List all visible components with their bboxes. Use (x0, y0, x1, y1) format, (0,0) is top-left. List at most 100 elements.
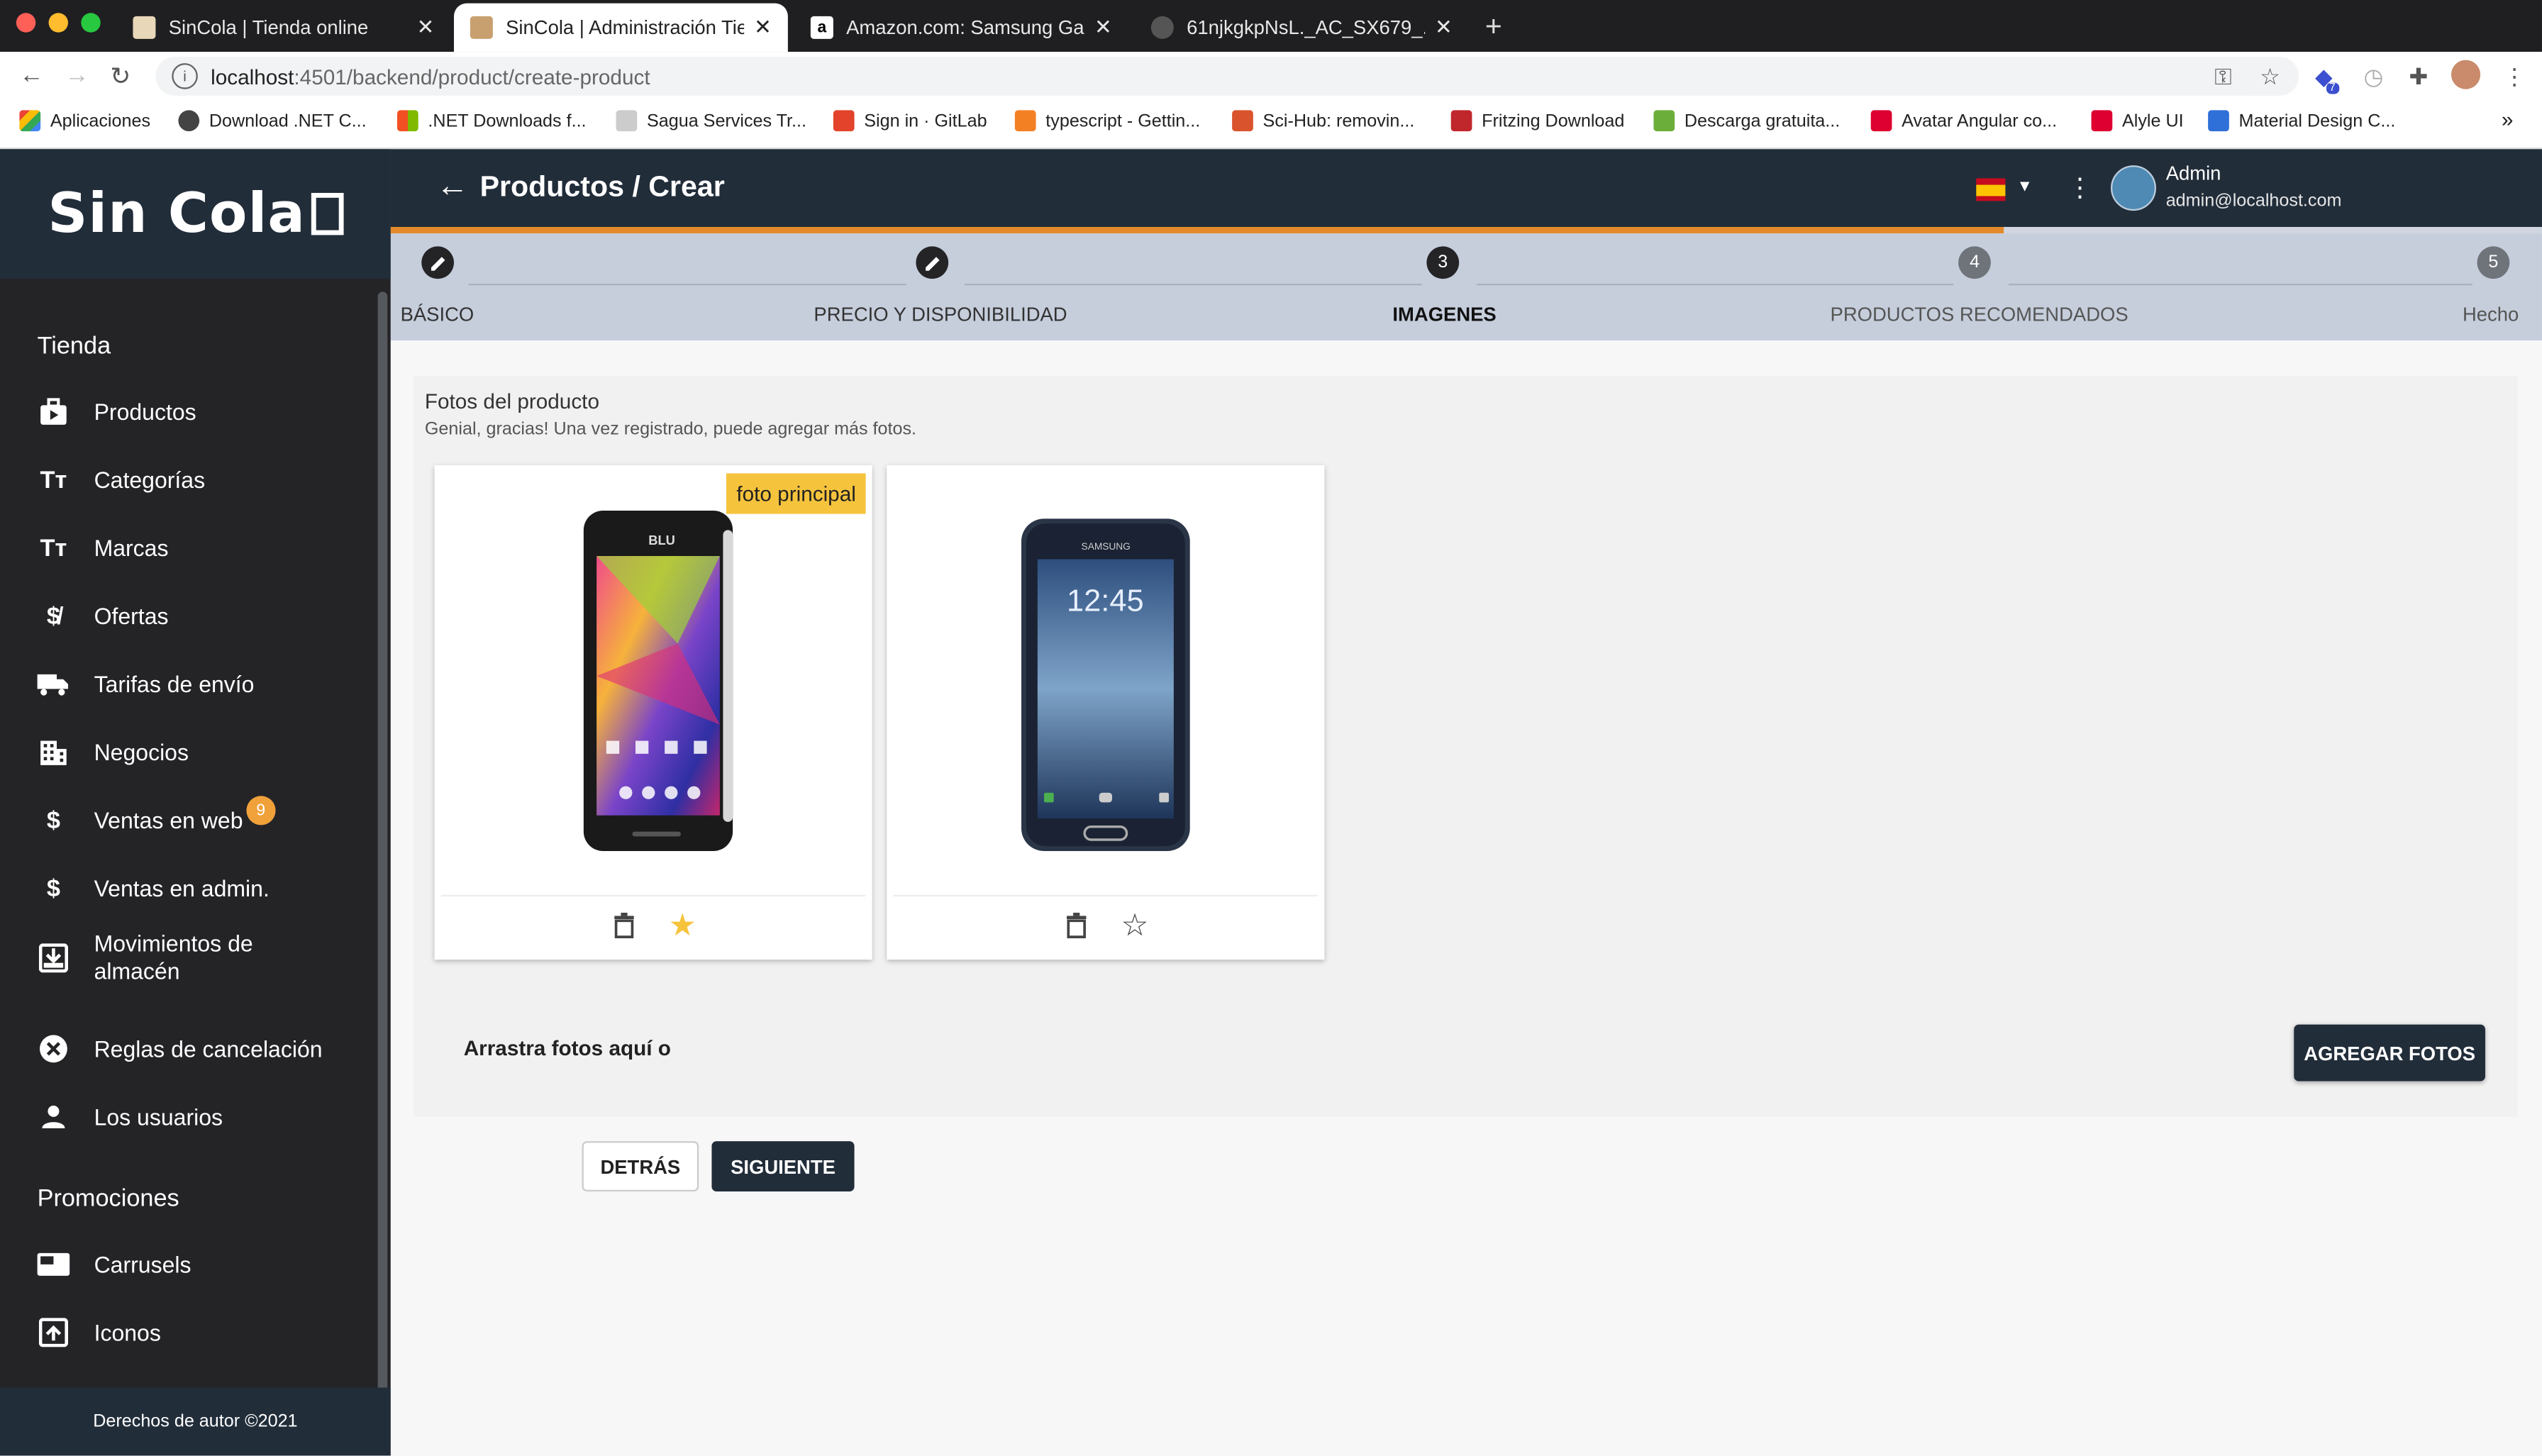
sidebar-item-tarifas[interactable]: Tarifas de envío (0, 668, 376, 701)
avatar[interactable] (2110, 165, 2156, 211)
sidebar-item-carrusels[interactable]: Carrusels (0, 1248, 376, 1281)
angular-icon (1870, 110, 1892, 132)
step-marker-recomendados[interactable]: 4 (1958, 246, 1991, 279)
chevron-down-icon[interactable]: ▼ (2016, 178, 2033, 196)
step-marker-imagenes[interactable]: 3 (1426, 246, 1460, 279)
bookmarks-overflow[interactable]: » (2502, 107, 2514, 131)
drop-zone-text: Arrastra fotos aquí o (463, 1035, 671, 1060)
forward-icon[interactable]: → (65, 62, 89, 89)
reload-icon[interactable]: ↻ (110, 62, 131, 91)
sidebar-item-negocios[interactable]: Negocios (0, 736, 376, 769)
cancel-icon (38, 1033, 70, 1065)
sidebar-item-ventas-web[interactable]: $ Ventas en web 9 (0, 796, 376, 837)
step-label-hecho[interactable]: Hecho (2463, 303, 2519, 326)
step-marker-precio[interactable] (916, 246, 949, 279)
shopping-bag-icon (38, 396, 70, 428)
angular-icon (2091, 110, 2113, 132)
sidebar-item-ofertas[interactable]: $̸ Ofertas (0, 600, 376, 633)
sidebar-item-cancelacion[interactable]: Reglas de cancelación (0, 1033, 376, 1065)
photo-tile[interactable]: SAMSUNG 12:45 ☆ (887, 465, 1325, 960)
site-info-icon[interactable]: i (172, 63, 198, 89)
add-photos-button[interactable]: AGREGAR FOTOS (2294, 1024, 2485, 1082)
logo[interactable]: Sin Cola (0, 149, 391, 279)
back-button[interactable]: DETRÁS (582, 1141, 699, 1191)
more-vert-icon[interactable]: ⋮ (2067, 172, 2093, 204)
back-arrow-icon[interactable]: ← (436, 169, 469, 206)
browser-menu-icon[interactable]: ⋮ (2503, 63, 2526, 91)
page-title: Productos / Crear (479, 170, 725, 203)
sidebar-item-categorias[interactable]: Tт Categorías (0, 464, 376, 496)
copyright-footer: Derechos de autor ©2021 (0, 1387, 391, 1456)
step-label-recomendados[interactable]: PRODUCTOS RECOMENDADOS (1831, 303, 2128, 326)
notification-badge: 9 (246, 796, 276, 826)
bookmark-item[interactable]: typescript - Gettin... (1014, 110, 1200, 132)
url-host: localhost (211, 64, 294, 89)
sidebar-item-ventas-admin[interactable]: $ Ventas en admin. (0, 872, 376, 905)
extension-badge: 7 (2326, 83, 2339, 94)
delete-icon[interactable] (1062, 911, 1091, 940)
profile-avatar[interactable] (2451, 60, 2481, 89)
scihub-icon (1232, 110, 1253, 132)
bookmark-item[interactable]: .NET Downloads f... (396, 110, 587, 132)
close-window-button[interactable] (16, 13, 36, 33)
browser-toolbar: ← → ↻ i localhost:4501/backend/product/c… (0, 52, 2542, 101)
star-filled-icon[interactable]: ★ (668, 908, 697, 943)
new-tab-icon[interactable]: + (1485, 10, 1502, 44)
maximize-window-button[interactable] (81, 13, 101, 33)
bookmark-item[interactable]: Material Design C... (2208, 110, 2395, 132)
key-icon[interactable]: ⚿ (2214, 63, 2231, 91)
building-icon (38, 736, 70, 769)
back-icon[interactable]: ← (19, 62, 43, 89)
step-label-precio[interactable]: PRECIO Y DISPONIBILIDAD (814, 303, 1067, 326)
bookmark-star-icon[interactable]: ☆ (2260, 63, 2280, 91)
es-flag-icon[interactable] (1976, 178, 2006, 201)
step-connector (1477, 283, 1954, 286)
bookmark-item[interactable]: Avatar Angular co... (1870, 110, 2057, 132)
browser-tab[interactable]: a Amazon.com: Samsung Galaxy ✕ (794, 4, 1128, 52)
download-icon (1653, 110, 1675, 132)
main-photo-badge: foto principal (726, 473, 866, 514)
browser-tab[interactable]: SinCola | Tienda online ✕ (117, 4, 451, 52)
tab-close-icon[interactable]: ✕ (754, 15, 772, 41)
sidebar-item-productos[interactable]: Productos (0, 396, 376, 428)
step-marker-basico[interactable] (421, 246, 454, 279)
tab-close-icon[interactable]: ✕ (1094, 15, 1112, 41)
bookmark-item[interactable]: Alyle UI (2091, 110, 2184, 132)
browser-tab-bar: SinCola | Tienda online ✕ SinCola | Admi… (0, 0, 2542, 52)
app-header: ← Productos / Crear ▼ ⋮ Admin admin@loca… (390, 149, 2542, 227)
bookmark-item[interactable]: Download .NET C... (178, 110, 367, 132)
bookmark-item[interactable]: Sci-Hub: removin... (1232, 110, 1414, 132)
minimize-window-button[interactable] (48, 13, 68, 33)
sidebar-item-movimientos[interactable]: Movimientos de almacén (0, 930, 376, 986)
bookmark-item[interactable]: Descarga gratuita... (1653, 110, 1840, 132)
step-label-imagenes[interactable]: IMAGENES (1392, 303, 1496, 326)
address-bar[interactable]: i localhost:4501/backend/product/create-… (155, 56, 2299, 96)
step-label-basico[interactable]: BÁSICO (401, 303, 474, 326)
tab-close-icon[interactable]: ✕ (417, 15, 435, 41)
extension-clock-icon[interactable]: ◷ (2364, 63, 2384, 91)
sidebar-item-usuarios[interactable]: Los usuarios (0, 1101, 376, 1133)
delete-icon[interactable] (609, 911, 638, 940)
bookmark-item[interactable]: Sign in · GitLab (833, 110, 987, 132)
bookmark-item[interactable]: Fritzing Download (1450, 110, 1624, 132)
next-button[interactable]: SIGUIENTE (711, 1141, 855, 1191)
photos-card: Fotos del producto Genial, gracias! Una … (413, 376, 2518, 1117)
sidebar-item-iconos[interactable]: Iconos (0, 1316, 376, 1349)
step-marker-hecho[interactable]: 5 (2477, 246, 2510, 279)
browser-tab-active[interactable]: SinCola | Administración Tienda ✕ (453, 3, 788, 52)
sidebar-item-marcas[interactable]: Tт Marcas (0, 532, 376, 565)
extension-icon[interactable]: ◆7 (2315, 63, 2346, 94)
screen: SinCola | Tienda online ✕ SinCola | Admi… (0, 0, 2542, 1456)
photo-tile[interactable]: BLU foto principal ★ (434, 465, 872, 960)
sidebar-scrollbar[interactable] (377, 291, 388, 1411)
stackoverflow-icon (1014, 110, 1036, 132)
star-outline-icon[interactable]: ☆ (1120, 908, 1149, 943)
browser-tab[interactable]: 61njkgkpNsL._AC_SX679_.jpg ✕ (1135, 4, 1469, 52)
puzzle-icon[interactable]: ✚ (2409, 63, 2429, 91)
bookmark-item[interactable]: Sagua Services Tr... (616, 110, 806, 132)
bookmark-item[interactable]: Aplicaciones (19, 110, 150, 132)
dollar-icon: $ (46, 874, 60, 902)
photos-title: Fotos del producto (424, 389, 599, 413)
sincola-favicon-icon (133, 16, 156, 39)
tab-close-icon[interactable]: ✕ (1435, 15, 1453, 41)
